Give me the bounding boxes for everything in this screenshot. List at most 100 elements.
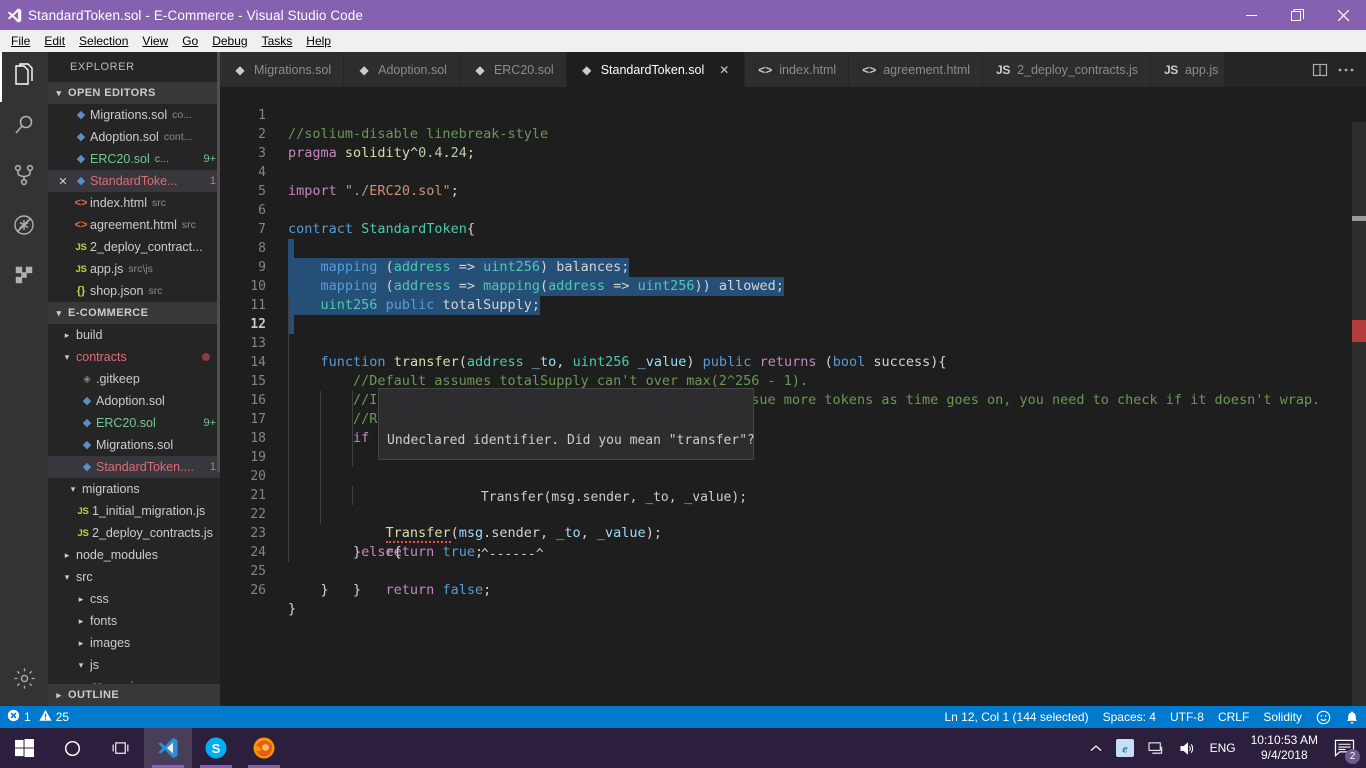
- activity-item-debug[interactable]: [0, 202, 48, 252]
- activity-bar: [0, 52, 48, 706]
- status-eol[interactable]: CRLF: [1211, 706, 1256, 728]
- tab-agreement-html[interactable]: <> agreement.html: [849, 52, 984, 87]
- tree-folder-fonts[interactable]: ▸ fonts: [48, 610, 220, 632]
- menu-file[interactable]: File: [4, 31, 37, 51]
- status-bar: 1 25 Ln 12, Col 1 (144 selected) Spaces:…: [0, 706, 1366, 728]
- file-desc: src: [181, 219, 196, 231]
- tab-erc20-sol[interactable]: ◆ ERC20.sol: [459, 52, 567, 87]
- action-center-icon[interactable]: 2: [1326, 728, 1362, 768]
- notification-count: 2: [1345, 749, 1360, 764]
- outline-section-header[interactable]: ▸ OUTLINE: [48, 684, 220, 706]
- tree-file-migrations[interactable]: ◆ Migrations.sol: [48, 434, 220, 456]
- tree-folder-build[interactable]: ▸ build: [48, 324, 220, 346]
- open-editor-item[interactable]: ◆ ERC20.sol c... 9+: [48, 148, 220, 170]
- menu-view[interactable]: View: [135, 31, 175, 51]
- tree-file-2-deploy-contracts[interactable]: JS 2_deploy_contracts.js: [48, 522, 220, 544]
- menu-go[interactable]: Go: [175, 31, 205, 51]
- js-icon: JS: [77, 527, 89, 539]
- code-line: 9 mapping (address => mapping(address =>…: [220, 239, 1366, 296]
- chevron-right-icon: ▸: [56, 689, 62, 700]
- activity-item-source-control[interactable]: [0, 152, 48, 202]
- close-icon[interactable]: ✕: [716, 63, 732, 77]
- solidity-icon: ◆: [475, 62, 485, 77]
- tree-folder-node-modules[interactable]: ▸ node_modules: [48, 544, 220, 566]
- menu-tasks-label: Tasks: [261, 34, 293, 48]
- indent-guide: [320, 486, 321, 505]
- tree-file-gitkeep[interactable]: ◈ .gitkeep: [48, 368, 220, 390]
- menu-edit[interactable]: Edit: [37, 31, 72, 51]
- editor-scrollbar-thumb[interactable]: [1352, 122, 1366, 706]
- close-button[interactable]: [1320, 0, 1366, 30]
- code-line: 14 //If your token leaves out totalSuppl…: [220, 334, 1366, 408]
- network-icon[interactable]: [1141, 728, 1172, 768]
- activity-item-extensions[interactable]: [0, 252, 48, 302]
- open-editor-item[interactable]: JS app.js src\js: [48, 258, 220, 280]
- tooltip-line-1: Undeclared identifier. Did you mean "tra…: [387, 433, 755, 448]
- open-editor-item[interactable]: ◆ Migrations.sol co...: [48, 104, 220, 126]
- editor-overview-ruler[interactable]: [1352, 122, 1366, 706]
- file-desc: src\js: [128, 263, 153, 275]
- open-editors-header[interactable]: ▾ OPEN EDITORS: [48, 82, 220, 104]
- tree-folder-src[interactable]: ▾ src: [48, 566, 220, 588]
- smiley-icon[interactable]: [1309, 706, 1338, 728]
- explorer-title: EXPLORER: [70, 61, 135, 73]
- menu-tasks[interactable]: Tasks: [255, 31, 300, 51]
- open-editor-item-active[interactable]: ✕ ◆ StandardToke... 1: [48, 170, 220, 192]
- open-editor-item[interactable]: ◆ Adoption.sol cont...: [48, 126, 220, 148]
- activity-item-manage[interactable]: [0, 656, 48, 706]
- task-view-icon[interactable]: [96, 728, 144, 768]
- file-name: agreement.html: [90, 218, 177, 232]
- menu-selection[interactable]: Selection: [72, 31, 135, 51]
- menu-help[interactable]: Help: [299, 31, 338, 51]
- skype-taskbar-icon[interactable]: S: [192, 728, 240, 768]
- tree-file-standardtoken[interactable]: ◆ StandardToken.... 1: [48, 456, 220, 478]
- tree-folder-migrations[interactable]: ▾ migrations: [48, 478, 220, 500]
- open-editor-item[interactable]: <> index.html src: [48, 192, 220, 214]
- volume-icon[interactable]: [1172, 728, 1203, 768]
- open-editor-item[interactable]: JS 2_deploy_contract...: [48, 236, 220, 258]
- tab-adoption-sol[interactable]: ◆ Adoption.sol: [344, 52, 460, 87]
- minimize-button[interactable]: [1228, 0, 1274, 30]
- status-indentation[interactable]: Spaces: 4: [1096, 706, 1163, 728]
- file-name: Adoption.sol: [96, 394, 165, 408]
- tab-migrations-sol[interactable]: ◆ Migrations.sol: [220, 52, 345, 87]
- open-editor-item[interactable]: {} shop.json src: [48, 280, 220, 302]
- split-editor-icon[interactable]: [1312, 62, 1328, 78]
- menu-debug[interactable]: Debug: [205, 31, 254, 51]
- status-cursor-position[interactable]: Ln 12, Col 1 (144 selected): [938, 706, 1096, 728]
- activity-item-explorer[interactable]: [0, 52, 48, 102]
- chevron-up-icon[interactable]: [1083, 728, 1109, 768]
- status-encoding[interactable]: UTF-8: [1163, 706, 1211, 728]
- tree-file-1-initial-migration[interactable]: JS 1_initial_migration.js: [48, 500, 220, 522]
- activity-item-search[interactable]: [0, 102, 48, 152]
- windows-start-icon[interactable]: [0, 728, 48, 768]
- solidity-icon: ◆: [359, 62, 369, 77]
- tab-app-js[interactable]: JS app.js: [1150, 52, 1226, 87]
- tab-2-deploy-contracts-js[interactable]: JS 2_deploy_contracts.js: [983, 52, 1151, 87]
- cortana-circle-icon[interactable]: [48, 728, 96, 768]
- status-language-mode[interactable]: Solidity: [1256, 706, 1309, 728]
- language-indicator[interactable]: ENG: [1203, 728, 1243, 768]
- tree-file-erc20[interactable]: ◆ ERC20.sol 9+: [48, 412, 220, 434]
- tree-file-adoption[interactable]: ◆ Adoption.sol: [48, 390, 220, 412]
- open-editor-item[interactable]: <> agreement.html src: [48, 214, 220, 236]
- tree-folder-css[interactable]: ▸ css: [48, 588, 220, 610]
- close-icon[interactable]: ✕: [54, 175, 72, 188]
- indent-guide: [320, 429, 321, 448]
- tab-index-html[interactable]: <> index.html: [745, 52, 850, 87]
- tab-standardtoken-sol[interactable]: ◆ StandardToken.sol ✕: [566, 52, 746, 87]
- tree-folder-js[interactable]: ▾ js: [48, 654, 220, 676]
- firefox-taskbar-icon[interactable]: [240, 728, 288, 768]
- status-problems[interactable]: 1 25: [0, 706, 76, 728]
- maximize-button[interactable]: [1274, 0, 1320, 30]
- more-actions-icon[interactable]: [1338, 67, 1354, 73]
- code-editor[interactable]: 1 //solium-disable linebreak-style 2 pra…: [220, 87, 1366, 706]
- windows-taskbar: S e ENG 10:10:53 AM 9/4/2018 2: [0, 728, 1366, 768]
- bell-icon[interactable]: [1338, 706, 1366, 728]
- tree-folder-images[interactable]: ▸ images: [48, 632, 220, 654]
- taskbar-clock[interactable]: 10:10:53 AM 9/4/2018: [1243, 733, 1326, 763]
- tree-folder-contracts[interactable]: ▾ contracts: [48, 346, 220, 368]
- vscode-taskbar-icon[interactable]: [144, 728, 192, 768]
- project-header[interactable]: ▾ E-COMMERCE: [48, 302, 220, 324]
- internet-explorer-icon[interactable]: e: [1109, 728, 1141, 768]
